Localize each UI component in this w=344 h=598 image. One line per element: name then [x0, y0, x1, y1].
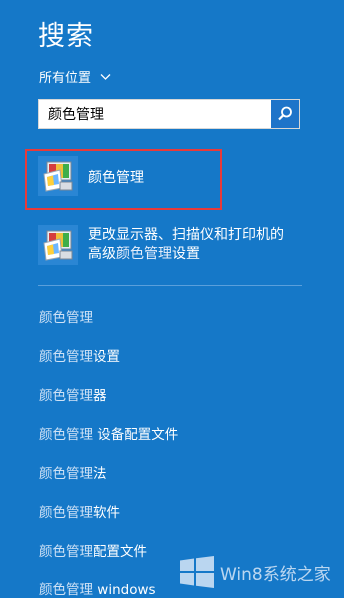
suggestion-base: 颜色管理	[39, 544, 93, 560]
suggestion-base: 颜色管理	[39, 582, 93, 598]
suggestion-item[interactable]: 颜色管理 设备配置文件	[39, 423, 178, 443]
suggestion-item[interactable]: 颜色管理配置文件	[39, 540, 147, 560]
result-label: 更改显示器、扫描仪和打印机的 高级颜色管理设置	[88, 226, 284, 264]
suggestion-item[interactable]: 颜色管理 windows	[39, 578, 156, 598]
suggestion-base: 颜色管理	[39, 427, 93, 443]
search-input[interactable]	[39, 100, 271, 128]
chevron-down-icon	[100, 74, 111, 80]
search-button[interactable]	[271, 100, 299, 128]
suggestion-base: 颜色管理	[39, 349, 93, 365]
suggestion-base: 颜色管理	[39, 310, 93, 326]
search-scope-dropdown[interactable]: 所有位置	[39, 67, 111, 86]
result-line-2: 高级颜色管理设置	[88, 245, 284, 264]
suggestion-item[interactable]: 颜色管理设置	[39, 345, 120, 365]
suggestion-base: 颜色管理	[39, 388, 93, 404]
suggestion-item[interactable]: 颜色管理软件	[39, 501, 120, 521]
search-title: 搜索	[38, 21, 94, 52]
line2-highlight: 颜色管理	[116, 246, 172, 262]
line2-suffix: 设置	[172, 246, 200, 262]
watermark-text: Win8系统之家	[220, 564, 331, 585]
suggestion-extra: 器	[93, 388, 107, 404]
search-box	[38, 99, 300, 129]
suggestion-extra: 配置文件	[93, 544, 147, 560]
windows-logo-icon	[180, 556, 214, 588]
suggestion-extra: 软件	[93, 505, 120, 521]
suggestion-extra: windows	[93, 582, 156, 598]
line2-prefix: 高级	[88, 246, 116, 262]
result-line-1: 更改显示器、扫描仪和打印机的	[88, 227, 284, 243]
suggestion-item[interactable]: 颜色管理	[39, 306, 93, 326]
color-management-icon	[38, 225, 78, 265]
suggestion-base: 颜色管理	[39, 505, 93, 521]
scope-label: 所有位置	[39, 71, 92, 86]
results-divider	[38, 285, 302, 286]
watermark: Win8系统之家	[180, 556, 331, 588]
suggestion-base: 颜色管理	[39, 466, 93, 482]
result-advanced-color-settings[interactable]: 更改显示器、扫描仪和打印机的 高级颜色管理设置	[38, 225, 284, 265]
selection-highlight-box	[25, 149, 222, 210]
suggestion-item[interactable]: 颜色管理法	[39, 462, 107, 482]
suggestion-extra: 设备配置文件	[93, 427, 179, 443]
magnifier-icon	[278, 106, 292, 121]
suggestion-item[interactable]: 颜色管理器	[39, 384, 107, 404]
suggestion-extra: 法	[93, 466, 107, 482]
suggestion-extra: 设置	[93, 349, 120, 365]
